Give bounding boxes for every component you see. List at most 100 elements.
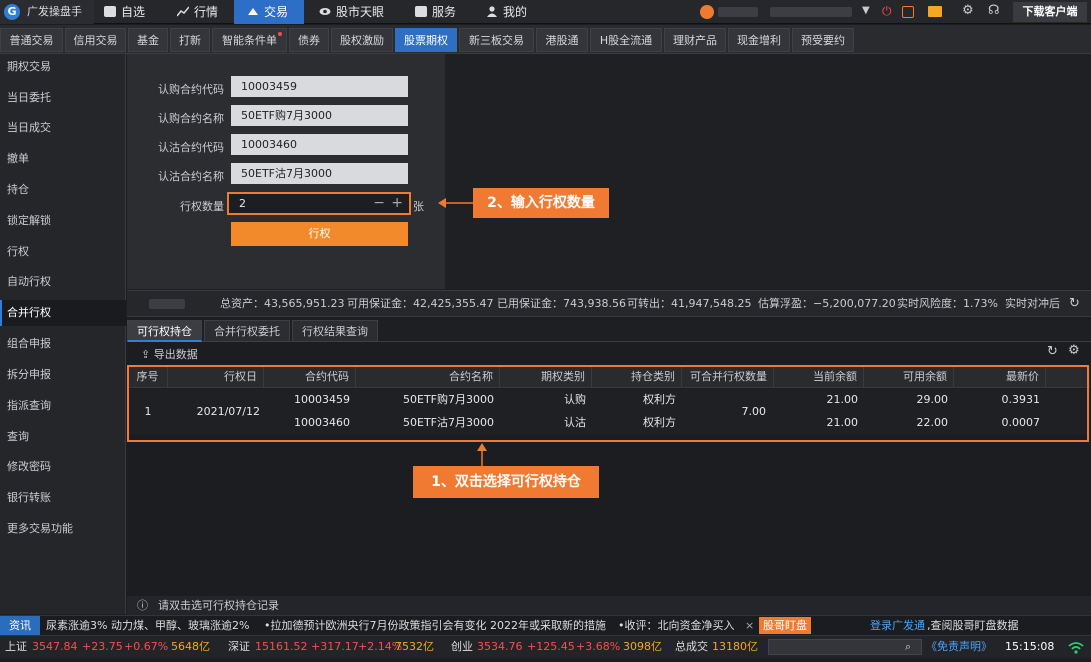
- nav-trade[interactable]: 交易: [234, 0, 304, 24]
- tab-equity-incentive[interactable]: 股权激励: [331, 28, 393, 52]
- app-logo[interactable]: G 广发操盘手: [0, 0, 94, 24]
- call-code-field[interactable]: 10003459: [231, 76, 408, 97]
- tab-smart-order[interactable]: 智能条件单: [212, 28, 287, 52]
- sidebar-item-positions[interactable]: 持仓: [0, 177, 126, 203]
- close-icon[interactable]: ×: [745, 616, 754, 635]
- cy-index-volume: 3098亿: [623, 640, 662, 653]
- sidebar-item-combo-declare[interactable]: 组合申报: [0, 331, 126, 357]
- sidebar-item-more-functions[interactable]: 更多交易功能: [0, 516, 126, 542]
- tab-stock-options[interactable]: 股票期权: [395, 28, 457, 52]
- quantity-label: 行权数量: [180, 200, 224, 213]
- news-item[interactable]: •收评：北向资金净买入: [618, 616, 738, 635]
- tab-wealth-products[interactable]: 理财产品: [664, 28, 726, 52]
- tab-bond[interactable]: 债券: [289, 28, 329, 52]
- settings-icon[interactable]: ⚙: [1068, 343, 1080, 358]
- tab-merge-orders[interactable]: 合并行权委托: [204, 320, 290, 342]
- download-client-button[interactable]: 下载客户端: [1013, 2, 1087, 22]
- nav-sky-eye[interactable]: 股市天眼: [319, 0, 399, 24]
- tab-neeq[interactable]: 新三板交易: [459, 28, 534, 52]
- power-icon[interactable]: ⏻: [882, 4, 892, 19]
- search-input[interactable]: [768, 639, 922, 655]
- news-ticker: 资讯 尿素涨逾3% 动力煤、甲醇、玻璃涨逾2% •拉加德预计欧洲央行7月份政策指…: [0, 615, 1091, 635]
- total-volume: 13180亿: [712, 640, 758, 653]
- sidebar-item-change-password[interactable]: 修改密码: [0, 454, 126, 480]
- sh-index-change: +23.75: [82, 640, 123, 653]
- tab-hk-connect[interactable]: 港股通: [536, 28, 588, 52]
- tab-exercisable-positions[interactable]: 可行权持仓: [127, 320, 202, 342]
- trade-type-tabs: 普通交易 信用交易 基金 打新 智能条件单 债券 股权激励 股票期权 新三板交易…: [0, 25, 1091, 54]
- tab-normal-trade[interactable]: 普通交易: [0, 28, 63, 52]
- refresh-icon[interactable]: ↻: [1069, 291, 1080, 316]
- sidebar-item-bank-transfer[interactable]: 银行转账: [0, 485, 126, 511]
- arrow-up-icon: [477, 443, 487, 467]
- tab-exercise-results[interactable]: 行权结果查询: [292, 320, 378, 342]
- login-suffix: ,查阅股哥盯盘数据: [927, 619, 1019, 632]
- news-item[interactable]: 尿素涨逾3% 动力煤、甲醇、玻璃涨逾2%: [46, 616, 249, 635]
- floating-pl: 估算浮盈：−5,200,077.20: [758, 297, 896, 310]
- tab-ipo[interactable]: 打新: [170, 28, 210, 52]
- status-hint: 请双击选可行权持仓记录: [158, 599, 279, 612]
- sidebar-item-merge-exercise[interactable]: 合并行权: [0, 300, 126, 326]
- quantity-stepper[interactable]: 2 − +: [227, 192, 411, 215]
- tab-credit-trade[interactable]: 信用交易: [65, 28, 126, 52]
- put-code-label: 认沽合约代码: [158, 141, 224, 154]
- avatar[interactable]: [700, 5, 714, 19]
- quantity-unit: 张: [413, 200, 424, 213]
- login-link[interactable]: 登录广发通: [870, 616, 925, 635]
- hedge-label: 实时对冲后: [1005, 297, 1060, 310]
- app-logo-icon: G: [4, 4, 20, 20]
- sh-index-volume: 5648亿: [171, 640, 210, 653]
- sh-index-pct: +0.67%: [124, 640, 169, 653]
- headset-icon[interactable]: ☊: [988, 3, 1000, 18]
- sidebar-item-cancel[interactable]: 撤单: [0, 146, 126, 172]
- put-name-field[interactable]: 50ETF沽7月3000: [231, 163, 408, 184]
- tab-h-share[interactable]: H股全流通: [590, 28, 662, 52]
- mail-icon[interactable]: [928, 6, 942, 17]
- used-margin: 已用保证金：743,938.56: [497, 297, 626, 310]
- export-icon: ⇪: [141, 348, 154, 361]
- sz-index-volume: 7532亿: [395, 640, 434, 653]
- search-icon[interactable]: ⌕: [905, 636, 911, 658]
- chevron-down-icon[interactable]: ▼: [862, 5, 870, 16]
- sidebar-item-option-trade[interactable]: 期权交易: [0, 54, 126, 80]
- sidebar-item-auto-exercise[interactable]: 自动行权: [0, 269, 126, 295]
- call-name-field[interactable]: 50ETF购7月3000: [231, 105, 408, 126]
- exercise-button[interactable]: 行权: [231, 222, 408, 246]
- sidebar-item-today-trades[interactable]: 当日成交: [0, 115, 126, 141]
- plus-icon[interactable]: +: [391, 194, 403, 213]
- nav-service[interactable]: 服务: [415, 0, 475, 24]
- index-bar: 上证 3547.84 +23.75 +0.67% 5648亿 深证 15161.…: [0, 635, 1091, 658]
- export-button[interactable]: ⇪ 导出数据: [141, 346, 198, 362]
- news-item[interactable]: •拉加德预计欧洲央行7月份政策指引会有变化 2022年或采取新的措施: [264, 616, 606, 635]
- stock-watch-badge[interactable]: 股哥盯盘: [759, 617, 811, 634]
- account-number-masked: [770, 7, 852, 17]
- nav-market[interactable]: 行情: [176, 0, 237, 24]
- put-code-field[interactable]: 10003460: [231, 134, 408, 155]
- nav-watchlist[interactable]: 自选: [104, 0, 164, 24]
- gear-icon[interactable]: ⚙: [962, 3, 974, 18]
- sidebar-item-today-orders[interactable]: 当日委托: [0, 85, 126, 111]
- tab-cash-plus[interactable]: 现金增利: [728, 28, 790, 52]
- total-volume-label: 总成交: [675, 640, 708, 653]
- trade-icon: [247, 1, 259, 15]
- sidebar-item-split-declare[interactable]: 拆分申报: [0, 362, 126, 388]
- tab-fund[interactable]: 基金: [128, 28, 168, 52]
- minus-icon[interactable]: −: [373, 194, 385, 213]
- sh-index-price: 3547.84: [32, 640, 78, 653]
- status-bar: ⓘ 请双击选可行权持仓记录: [127, 596, 1091, 615]
- put-name-label: 认沽合约名称: [158, 170, 224, 183]
- refresh-table-icon[interactable]: ↻: [1047, 344, 1058, 359]
- sidebar-item-lock-unlock[interactable]: 锁定解锁: [0, 208, 126, 234]
- sidebar-item-exercise[interactable]: 行权: [0, 239, 126, 265]
- nav-mine[interactable]: 我的: [486, 0, 546, 24]
- tab-tender-offer[interactable]: 预受要约: [792, 28, 854, 52]
- cy-index-change: +125.45: [527, 640, 575, 653]
- sidebar-item-assignment-query[interactable]: 指派查询: [0, 393, 126, 419]
- quantity-value: 2: [239, 197, 246, 210]
- account-summary-bar: 总资产：43,565,951.23 可用保证金：42,425,355.47 已用…: [127, 290, 1091, 317]
- disclaimer-link[interactable]: 《免责声明》: [926, 636, 992, 658]
- lock-icon[interactable]: [902, 6, 914, 18]
- call-name-label: 认购合约名称: [158, 112, 224, 125]
- sidebar-item-query[interactable]: 查询: [0, 424, 126, 450]
- sh-index-name: 上证: [5, 640, 27, 653]
